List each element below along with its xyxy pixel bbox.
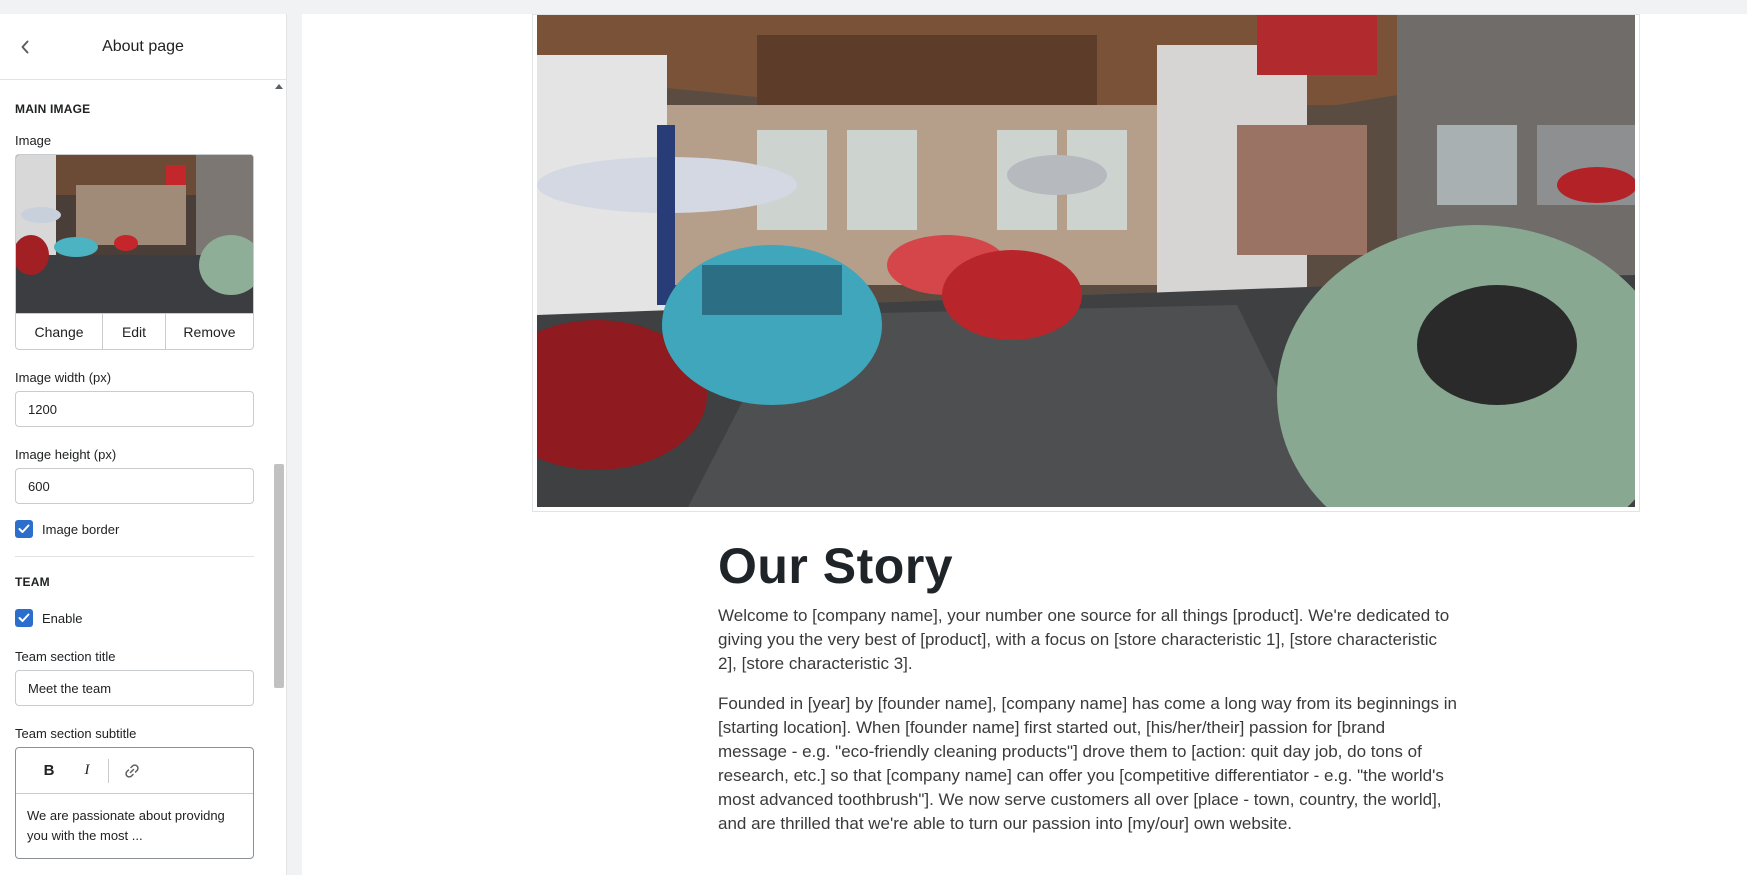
team-subtitle-text[interactable]: We are passionate about providng you wit… [16,794,253,858]
change-image-button[interactable]: Change [16,314,102,349]
team-title-label: Team section title [15,649,116,664]
image-actions: Change Edit Remove [16,313,253,349]
italic-button[interactable]: I [68,756,106,786]
page-title: About page [102,37,184,55]
rich-text-toolbar: B I [16,748,253,794]
image-border-checkbox[interactable] [15,520,33,538]
back-button[interactable] [12,34,38,60]
team-heading: TEAM [15,575,50,589]
settings-sidebar: About page MAIN IMAGE Image Change Edit … [0,14,287,875]
image-border-label: Image border [42,521,120,537]
sidebar-header: About page [0,14,286,80]
story-paragraph: Founded in [year] by [founder name], [co… [718,694,1457,833]
our-story-section: Our Story Welcome to [company name], you… [718,536,1458,836]
bold-button[interactable]: B [30,756,68,786]
chevron-left-icon [21,40,29,54]
image-border-option[interactable]: Image border [15,520,240,538]
story-paragraph: Welcome to [company name], your number o… [718,606,1450,673]
image-height-input[interactable]: 600 [15,468,254,504]
sidebar-scrollbar[interactable] [272,80,286,875]
image-label: Image [15,133,52,148]
image-width-label: Image width (px) [15,370,112,385]
main-image-frame [532,14,1640,512]
toolbar-separator [108,758,109,783]
scrollbar-thumb[interactable] [274,464,284,688]
team-subtitle-label: Team section subtitle [15,726,137,741]
section-divider [15,556,254,557]
insert-link-button[interactable] [113,756,151,786]
main-image-heading: MAIN IMAGE [15,102,91,116]
link-icon [125,763,139,778]
team-enable-label: Enable [42,610,83,626]
check-icon [18,524,30,533]
page-preview: Our Story Welcome to [company name], you… [302,14,1747,875]
team-enable-option[interactable]: Enable [15,609,240,627]
team-enable-checkbox[interactable] [15,609,33,627]
team-subtitle-editor: B I We are passionate about providng you… [15,747,254,859]
image-picker: Change Edit Remove [15,154,254,350]
settings-scroll-area[interactable]: MAIN IMAGE Image Change Edit Remove Imag… [0,80,273,875]
check-icon [18,613,30,622]
team-title-input[interactable]: Meet the team [15,670,254,706]
story-heading: Our Story [718,538,954,594]
scroll-up-arrow[interactable] [275,84,283,89]
image-height-label: Image height (px) [15,447,117,462]
garage-hero-image[interactable] [537,15,1635,507]
remove-image-button[interactable]: Remove [165,314,253,349]
image-thumbnail[interactable] [16,155,253,313]
image-width-input[interactable]: 1200 [15,391,254,427]
edit-image-button[interactable]: Edit [102,314,165,349]
